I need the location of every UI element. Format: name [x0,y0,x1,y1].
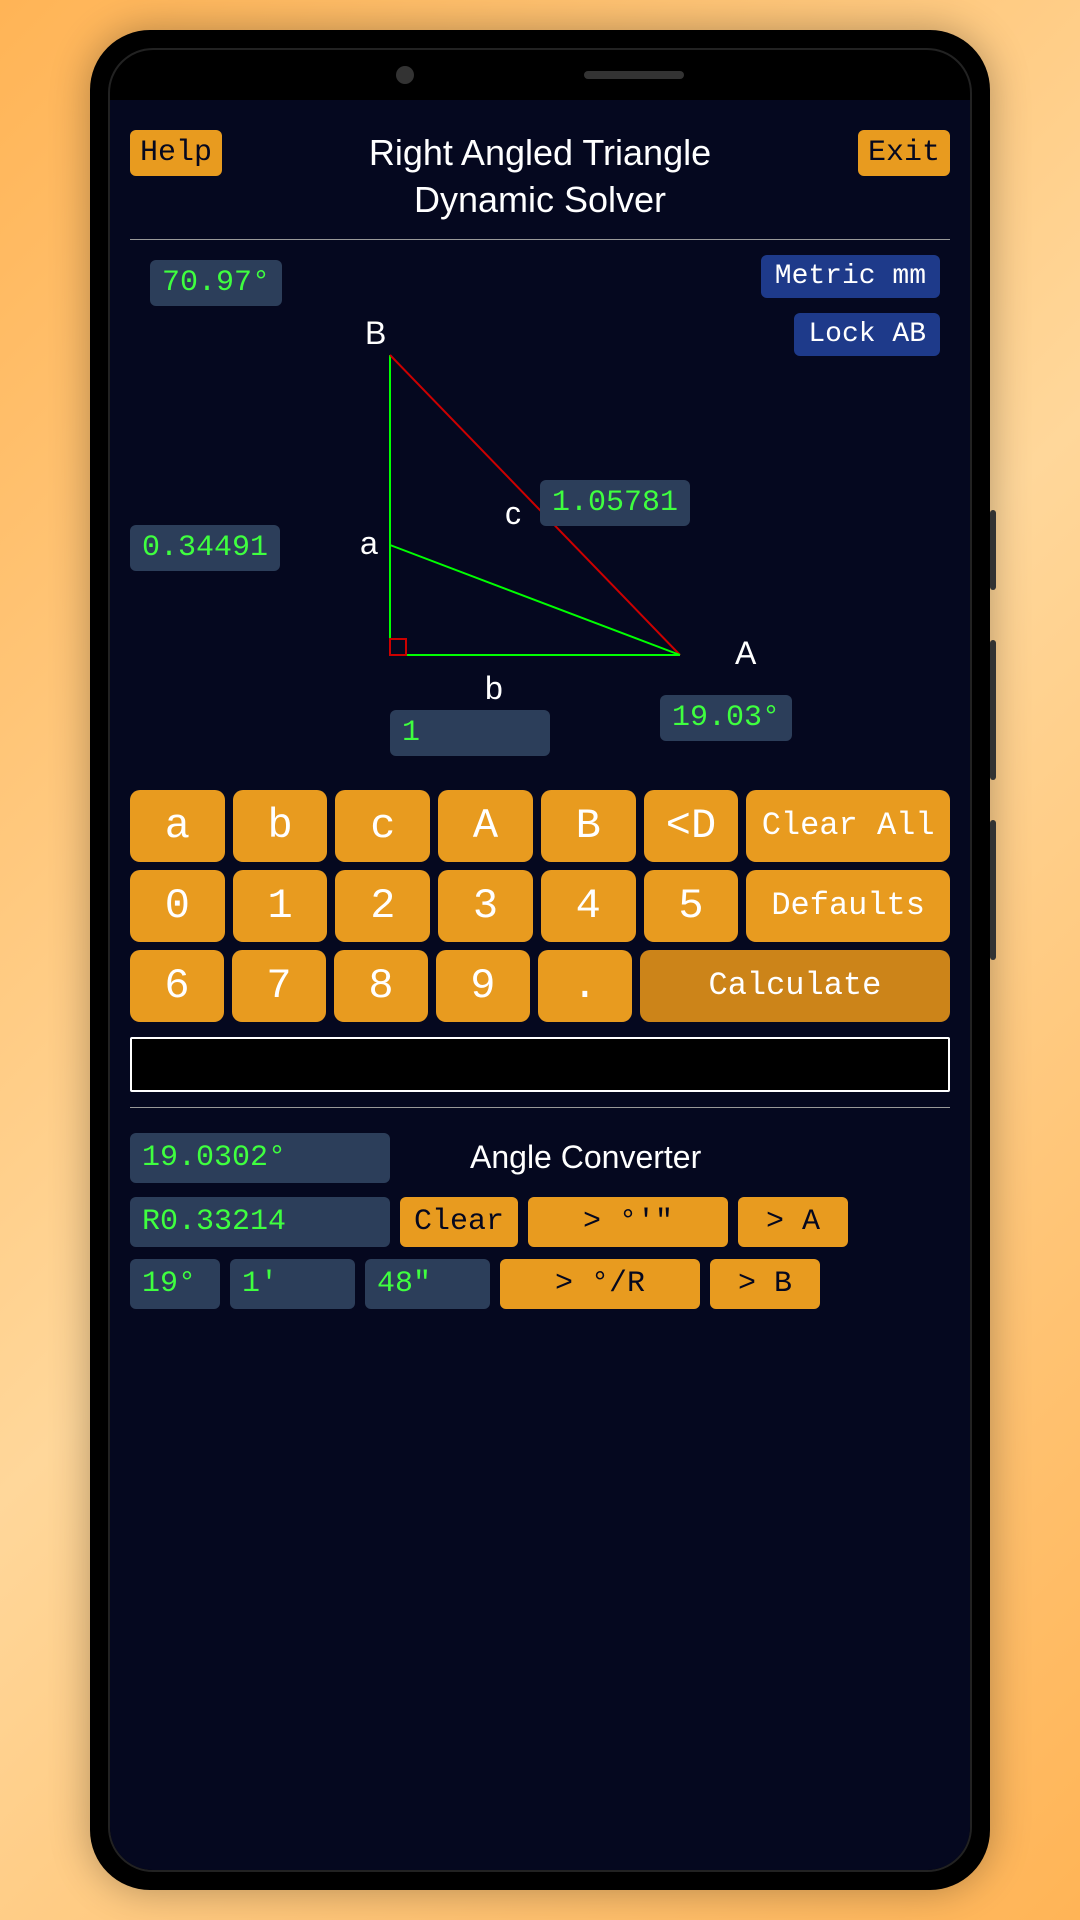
conv-clear-button[interactable]: Clear [400,1197,518,1247]
conv-degrees-value[interactable]: 19.0302° [130,1133,390,1183]
key-1[interactable]: 1 [233,870,328,942]
metric-button[interactable]: Metric mm [761,255,940,298]
key-calculate[interactable]: Calculate [640,950,950,1022]
header-bar: Help Right Angled Triangle Dynamic Solve… [130,130,950,224]
vertex-a-label: A [735,635,756,672]
conv-to-b-button[interactable]: > B [710,1259,820,1309]
key-defaults[interactable]: Defaults [746,870,950,942]
key-8[interactable]: 8 [334,950,428,1022]
camera-dot [396,66,414,84]
lock-ab-button[interactable]: Lock AB [794,313,940,356]
key-3[interactable]: 3 [438,870,533,942]
side-a-value[interactable]: 0.34491 [130,525,280,571]
key-side-c[interactable]: c [335,790,430,862]
key-decimal[interactable]: . [538,950,632,1022]
conv-min-value[interactable]: 1' [230,1259,355,1309]
side-c-value[interactable]: 1.05781 [540,480,690,526]
key-9[interactable]: 9 [436,950,530,1022]
conv-sec-value[interactable]: 48" [365,1259,490,1309]
key-7[interactable]: 7 [232,950,326,1022]
converter-title: Angle Converter [470,1139,701,1176]
exit-button[interactable]: Exit [858,130,950,176]
conv-to-dr-button[interactable]: > °/R [500,1259,700,1309]
side-b-label: b [485,670,503,707]
title-line1: Right Angled Triangle [369,132,711,173]
key-angle-b[interactable]: B [541,790,636,862]
triangle-diagram-area: 70.97° Metric mm Lock AB B A a b c 0.344… [130,255,950,775]
conv-deg-value[interactable]: 19° [130,1259,220,1309]
angle-a-value[interactable]: 19.03° [660,695,792,741]
key-backspace[interactable]: <D [644,790,739,862]
key-side-a[interactable]: a [130,790,225,862]
angle-converter: 19.0302° Angle Converter R0.33214 Clear … [130,1133,950,1309]
conv-to-dms-button[interactable]: > °'" [528,1197,728,1247]
divider-top [130,239,950,240]
conv-to-a-button[interactable]: > A [738,1197,848,1247]
vertex-b-label: B [365,315,386,352]
side-a-label: a [360,525,378,562]
app-screen: Help Right Angled Triangle Dynamic Solve… [110,100,970,1870]
key-2[interactable]: 2 [335,870,430,942]
phone-notch [110,50,970,100]
key-5[interactable]: 5 [644,870,739,942]
key-clear-all[interactable]: Clear All [746,790,950,862]
key-angle-a[interactable]: A [438,790,533,862]
help-button[interactable]: Help [130,130,222,176]
angle-b-value[interactable]: 70.97° [150,260,282,306]
title-line2: Dynamic Solver [414,179,666,220]
key-4[interactable]: 4 [541,870,636,942]
speaker-grille [584,71,684,79]
side-b-value[interactable]: 1 [390,710,550,756]
app-title: Right Angled Triangle Dynamic Solver [222,130,858,224]
keypad: a b c A B <D Clear All 0 1 2 3 4 5 Defau… [130,790,950,1022]
output-display [130,1037,950,1092]
key-6[interactable]: 6 [130,950,224,1022]
divider-bottom [130,1107,950,1108]
conv-radians-value[interactable]: R0.33214 [130,1197,390,1247]
key-side-b[interactable]: b [233,790,328,862]
side-c-label: c [505,495,521,532]
key-0[interactable]: 0 [130,870,225,942]
